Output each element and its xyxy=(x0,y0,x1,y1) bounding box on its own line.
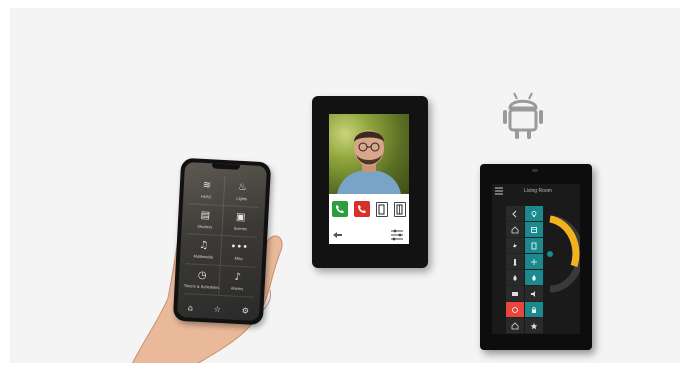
tile-label: Alarms xyxy=(230,285,244,291)
star-icon[interactable]: ☆ xyxy=(214,304,222,313)
settings-sliders-icon[interactable] xyxy=(391,229,403,241)
nav-home[interactable] xyxy=(506,222,524,238)
nav-water[interactable] xyxy=(506,270,524,286)
lock-icon xyxy=(532,306,536,313)
nav-energy[interactable] xyxy=(506,238,524,254)
tile-alarms[interactable]: ♪ Alarms xyxy=(219,265,256,298)
android-icon xyxy=(503,92,543,139)
home-icon[interactable]: ⌂ xyxy=(188,303,194,312)
visitor-portrait xyxy=(337,130,401,194)
intercom-footer xyxy=(329,226,409,242)
tile-scenes[interactable]: ▣ Scenes xyxy=(222,206,259,238)
bulb-icon xyxy=(531,210,537,217)
smartphone: ≋ HVAC ♨ Lights ▤ Shutters ▣ Scenes ♫ Mu… xyxy=(172,157,272,326)
tile-multimedia[interactable]: ♫ Multimedia xyxy=(185,234,223,266)
hang-up-icon xyxy=(358,205,366,213)
reject-call-button[interactable] xyxy=(354,201,370,217)
shutters-icon: ▤ xyxy=(200,209,211,221)
more-icon: ••• xyxy=(230,240,249,253)
phone-bottom-bar: ⌂ ☆ ⚙ xyxy=(177,300,260,318)
snowflake-icon xyxy=(531,258,537,265)
star-icon xyxy=(530,322,538,329)
menu-icon[interactable] xyxy=(492,184,506,198)
tablet-header: Living Room xyxy=(492,184,580,198)
nav-alarm[interactable] xyxy=(506,302,524,318)
tile-label: Multimedia xyxy=(193,253,214,260)
back-icon xyxy=(512,210,517,217)
func-shutters[interactable] xyxy=(525,222,543,238)
func-climate[interactable] xyxy=(525,254,543,270)
tile-label: Scenes xyxy=(233,225,248,231)
tablet-screen: Living Room xyxy=(492,184,580,334)
phone-app-grid: ≋ HVAC ♨ Lights ▤ Shutters ▣ Scenes ♫ Mu… xyxy=(184,174,261,298)
scenes-icon: ▣ xyxy=(235,211,246,223)
phone-notch xyxy=(211,163,241,170)
camera-icon xyxy=(512,291,518,296)
thermometer-icon xyxy=(513,258,517,266)
tablet-function-column xyxy=(525,206,543,334)
func-favorites[interactable] xyxy=(525,318,543,334)
call-controls xyxy=(329,198,409,220)
tile-lights[interactable]: ♨ Lights xyxy=(223,176,261,208)
tile-label: Lights xyxy=(236,195,248,201)
tile-label: Shutters xyxy=(197,223,213,229)
phone-screen: ≋ HVAC ♨ Lights ▤ Shutters ▣ Scenes ♫ Mu… xyxy=(177,161,267,322)
product-showcase: ≋ HVAC ♨ Lights ▤ Shutters ▣ Scenes ♫ Mu… xyxy=(10,8,680,363)
nav-climate[interactable] xyxy=(506,254,524,270)
tablet-nav-column xyxy=(506,206,524,334)
timer-icon: ◷ xyxy=(197,269,207,281)
tile-hvac[interactable]: ≋ HVAC xyxy=(188,174,226,207)
tile-shutters[interactable]: ▤ Shutters xyxy=(187,204,224,237)
func-doors[interactable] xyxy=(525,238,543,254)
func-irrigation[interactable] xyxy=(525,270,543,286)
hvac-icon: ≋ xyxy=(202,179,212,191)
video-feed xyxy=(329,114,409,194)
phone-icon xyxy=(336,205,344,213)
func-lights[interactable] xyxy=(525,206,543,222)
energy-icon xyxy=(513,242,517,249)
nav-back[interactable] xyxy=(506,206,524,222)
tile-label: Timers & Schedules xyxy=(183,282,220,290)
home-icon xyxy=(511,321,519,329)
alarms-icon: ♪ xyxy=(234,271,242,283)
door-icon xyxy=(378,204,385,214)
accept-call-button[interactable] xyxy=(332,201,348,217)
tile-label: HVAC xyxy=(200,193,212,199)
tablet-camera xyxy=(532,169,538,172)
tile-timers[interactable]: ◷ Timers & Schedules xyxy=(184,264,221,296)
tablet-header-text: Living Room xyxy=(524,188,552,194)
video-intercom-panel xyxy=(312,96,428,268)
thermostat-gauge[interactable] xyxy=(544,214,580,294)
open-door-button[interactable] xyxy=(376,201,388,217)
wall-touch-panel: Living Room xyxy=(480,164,592,350)
tile-misc[interactable]: ••• Misc xyxy=(220,236,258,268)
back-arrow-icon[interactable] xyxy=(333,232,342,238)
alarm-icon xyxy=(512,306,518,313)
multimedia-icon: ♫ xyxy=(199,239,209,251)
home-icon xyxy=(511,225,519,233)
lights-icon: ♨ xyxy=(237,181,248,193)
drop-icon xyxy=(532,274,536,281)
drop-icon xyxy=(513,274,517,281)
nav-home-bottom[interactable] xyxy=(506,318,524,334)
door-icon xyxy=(531,242,537,249)
gear-icon[interactable]: ⚙ xyxy=(242,306,250,315)
speaker-icon xyxy=(531,290,535,297)
open-gate-button[interactable] xyxy=(394,201,406,217)
gate-icon xyxy=(396,204,403,214)
nav-camera[interactable] xyxy=(506,286,524,302)
intercom-screen xyxy=(329,114,409,244)
func-multimedia[interactable] xyxy=(525,286,543,302)
tile-label: Misc xyxy=(234,255,243,261)
func-security[interactable] xyxy=(525,302,543,318)
shutter-icon xyxy=(531,226,537,233)
